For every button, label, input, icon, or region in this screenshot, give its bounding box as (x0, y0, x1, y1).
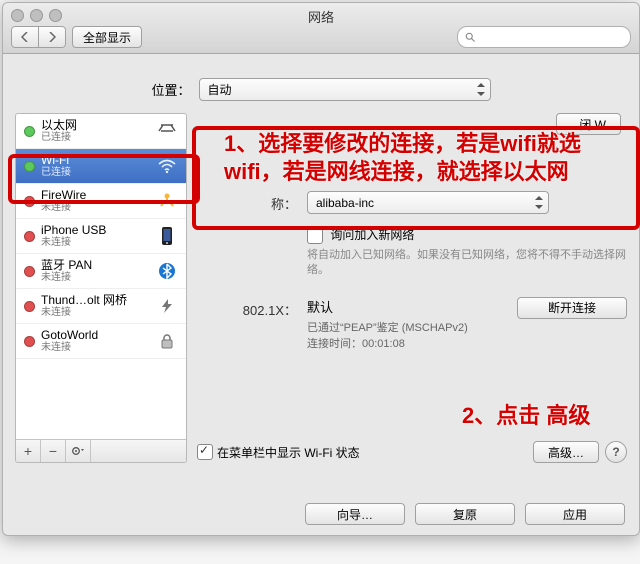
sidebar-item-0[interactable]: 以太网已连接 (16, 114, 186, 149)
auth-method: 已通过“PEAP”鉴定 (MSCHAPv2) (307, 320, 507, 337)
sidebar-item-4[interactable]: 蓝牙 PAN未连接 (16, 254, 186, 289)
sidebar-footer: + − (16, 439, 186, 462)
service-status: 未连接 (41, 307, 150, 318)
search-input[interactable] (457, 26, 631, 48)
location-label: 位置： (151, 80, 190, 99)
assist-button[interactable]: 向导… (305, 503, 405, 525)
location-row: 位置： 自动 (15, 78, 627, 101)
status-dot (24, 161, 35, 172)
window-footer: 向导… 复原 应用 (3, 503, 625, 525)
service-name: Wi-Fi (41, 154, 150, 167)
bluetooth-icon (156, 261, 178, 281)
lock-icon (156, 331, 178, 351)
sidebar-item-6[interactable]: GotoWorld未连接 (16, 324, 186, 359)
chevron-left-icon (21, 32, 29, 42)
main-area: 以太网已连接Wi-Fi已连接FireWire未连接iPhone USB未连接蓝牙… (15, 113, 627, 463)
service-name: iPhone USB (41, 224, 150, 237)
network-name-label: 称： (197, 191, 297, 213)
sidebar-item-5[interactable]: Thund…olt 网桥未连接 (16, 289, 186, 324)
service-name: 以太网 (41, 119, 150, 132)
detail-panel: 闭 W 称： alibaba-inc 询问加入新网络 将自动加入已知网络。如果没… (197, 113, 627, 463)
sidebar-item-1[interactable]: Wi-Fi已连接 (16, 149, 186, 184)
firewire-icon (156, 191, 178, 211)
location-value: 自动 (208, 81, 232, 98)
remove-service-button[interactable]: − (41, 440, 66, 462)
connect-time: 连接时间：00:01:08 (307, 336, 507, 353)
service-status: 未连接 (41, 342, 150, 353)
preferences-window: 网络 全部显示 位置： 自动 以太网已连接 (2, 2, 640, 536)
help-button[interactable]: ? (605, 441, 627, 463)
sidebar-item-3[interactable]: iPhone USB未连接 (16, 219, 186, 254)
toolbar: 全部显示 (11, 25, 631, 49)
service-status: 未连接 (41, 272, 150, 283)
wifi-icon (156, 156, 178, 176)
status-dot (24, 336, 35, 347)
service-status: 未连接 (41, 237, 150, 248)
ask-join-help: 将自动加入已知网络。如果没有已知网络，您将不得不手动选择网络。 (307, 248, 627, 279)
turn-off-wifi-button[interactable]: 闭 W (556, 113, 621, 135)
status-dot (24, 126, 35, 137)
revert-button[interactable]: 复原 (415, 503, 515, 525)
service-name: GotoWorld (41, 329, 150, 342)
search-icon (464, 31, 476, 43)
dot1x-label: 802.1X： (197, 297, 297, 319)
service-name: Thund…olt 网桥 (41, 294, 150, 307)
sidebar-item-2[interactable]: FireWire未连接 (16, 184, 186, 219)
status-dot (24, 231, 35, 242)
service-name: FireWire (41, 189, 150, 202)
ask-join-checkbox[interactable] (307, 228, 323, 244)
status-dot (24, 301, 35, 312)
thunderbolt-icon (156, 296, 178, 316)
dot1x-value: 默认 (307, 297, 507, 316)
nav-buttons (11, 26, 66, 48)
window-title: 网络 (3, 7, 639, 26)
show-menubar-label: 在菜单栏中显示 Wi-Fi 状态 (217, 444, 360, 461)
service-status: 未连接 (41, 202, 150, 213)
apply-button[interactable]: 应用 (525, 503, 625, 525)
add-service-button[interactable]: + (16, 440, 41, 462)
show-menubar-checkbox[interactable] (197, 444, 213, 460)
ethernet-icon (156, 121, 178, 141)
forward-button[interactable] (39, 26, 66, 48)
service-list: 以太网已连接Wi-Fi已连接FireWire未连接iPhone USB未连接蓝牙… (16, 114, 186, 359)
service-name: 蓝牙 PAN (41, 259, 150, 272)
detail-bottom-row: 在菜单栏中显示 Wi-Fi 状态 高级… ? (197, 441, 627, 463)
service-status: 已连接 (41, 167, 150, 178)
network-name-select[interactable]: alibaba-inc (307, 191, 549, 214)
gear-icon (71, 445, 85, 457)
content-area: 位置： 自动 以太网已连接Wi-Fi已连接FireWire未连接iPhone U… (3, 54, 639, 473)
iphone-icon (156, 226, 178, 246)
status-dot (24, 196, 35, 207)
show-all-button[interactable]: 全部显示 (72, 26, 142, 48)
network-name-value: alibaba-inc (316, 196, 374, 210)
advanced-button[interactable]: 高级… (533, 441, 599, 463)
disconnect-button[interactable]: 断开连接 (517, 297, 627, 319)
service-status: 已连接 (41, 132, 150, 143)
titlebar: 网络 全部显示 (3, 3, 639, 54)
chevron-right-icon (48, 32, 56, 42)
service-actions-button[interactable] (66, 440, 91, 462)
services-sidebar: 以太网已连接Wi-Fi已连接FireWire未连接iPhone USB未连接蓝牙… (15, 113, 187, 463)
back-button[interactable] (11, 26, 39, 48)
ask-join-label: 询问加入新网络 (330, 228, 414, 242)
location-select[interactable]: 自动 (199, 78, 491, 101)
status-dot (24, 266, 35, 277)
